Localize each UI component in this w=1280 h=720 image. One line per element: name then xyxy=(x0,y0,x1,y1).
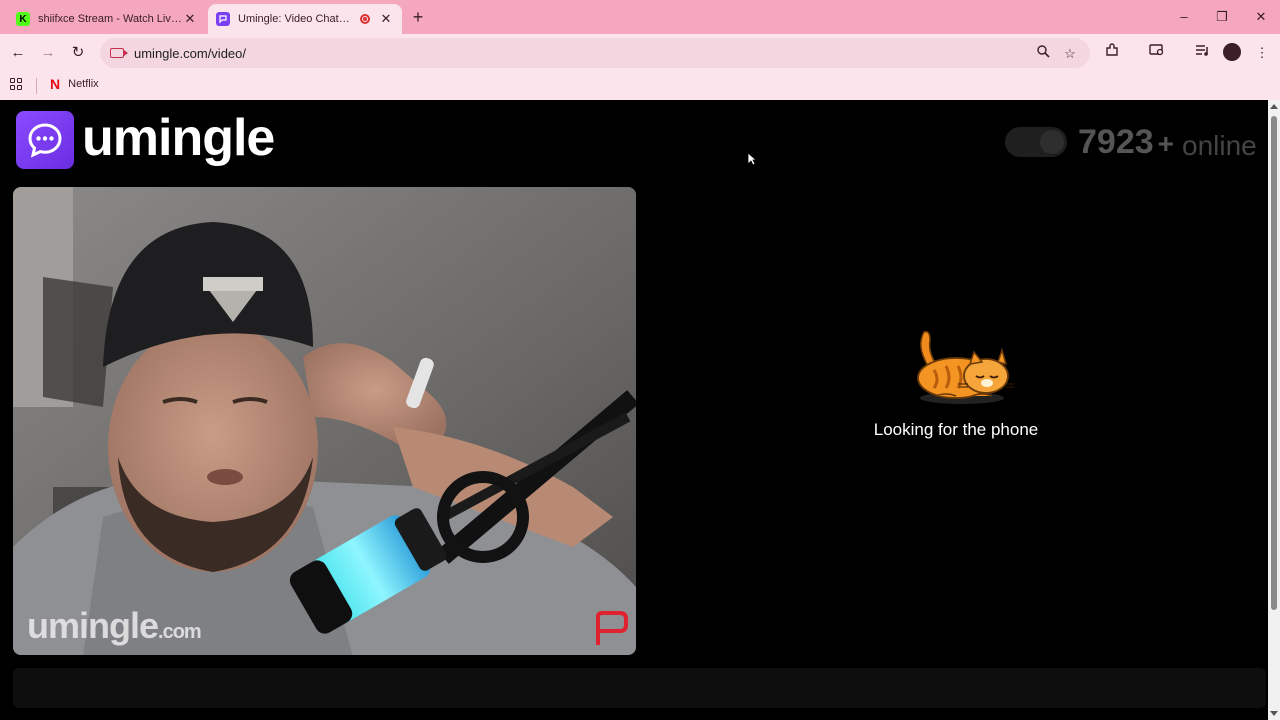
umingle-chat-icon xyxy=(216,12,230,26)
chat-input-bar[interactable] xyxy=(13,668,1266,708)
tab-kick-stream[interactable]: K shiifxce Stream - Watch Live on ✕ xyxy=(8,4,206,34)
online-number: 7923 xyxy=(1078,123,1154,161)
bookmark-separator xyxy=(36,78,37,94)
online-plus: + xyxy=(1157,128,1174,159)
kick-icon: K xyxy=(16,12,30,26)
media-controls-icon[interactable] xyxy=(1192,43,1212,63)
extensions-icon[interactable] xyxy=(1102,43,1122,63)
apps-grid-icon[interactable] xyxy=(10,78,22,90)
brand-name[interactable]: umingle xyxy=(82,108,275,168)
page-content: umingle 7923 + online umingle.com Lookin… xyxy=(0,100,1268,720)
webcam-feed-image xyxy=(13,187,636,655)
minimize-icon[interactable]: – xyxy=(1172,6,1196,28)
tab-umingle[interactable]: Umingle: Video Chat with St ✕ xyxy=(208,4,402,34)
local-video: umingle.com xyxy=(13,187,636,655)
searching-cat-icon xyxy=(906,326,1016,408)
cast-search-icon[interactable] xyxy=(1147,43,1167,63)
close-tab-icon[interactable]: ✕ xyxy=(182,11,198,27)
umingle-logo-icon[interactable] xyxy=(16,111,74,169)
tab-title: Umingle: Video Chat with St xyxy=(238,13,352,25)
online-count: 7923 + xyxy=(1078,123,1174,162)
restore-icon[interactable]: ❐ xyxy=(1210,6,1234,28)
watermark-brand: umingle xyxy=(27,605,159,646)
bookmark-label: Netflix xyxy=(68,78,99,90)
camera-in-use-icon[interactable] xyxy=(110,48,128,58)
browser-toolbar: ← → ↻ umingle.com/video/ ☆ ⋮ xyxy=(0,34,1280,72)
zoom-icon[interactable] xyxy=(1034,45,1052,63)
bookmark-netflix[interactable]: N Netflix xyxy=(50,76,99,92)
searching-status: Looking for the phone xyxy=(873,420,1039,439)
profile-avatar[interactable] xyxy=(1223,43,1241,61)
forward-icon[interactable]: → xyxy=(37,42,59,64)
window-close-icon[interactable]: ✕ xyxy=(1249,6,1273,28)
online-label: online xyxy=(1182,130,1257,161)
reload-icon[interactable]: ↻ xyxy=(67,42,89,64)
watermark-suffix: .com xyxy=(158,621,202,643)
menu-kebab-icon[interactable]: ⋮ xyxy=(1252,43,1272,63)
bookmarks-bar xyxy=(0,72,1280,100)
scroll-down-icon[interactable] xyxy=(1270,711,1278,716)
page-scrollbar[interactable] xyxy=(1268,100,1280,720)
report-flag-icon[interactable] xyxy=(592,611,630,647)
tab-title: shiifxce Stream - Watch Live on xyxy=(38,13,182,25)
mode-toggle[interactable] xyxy=(1005,127,1067,157)
new-tab-button[interactable]: + xyxy=(408,7,428,27)
mouse-cursor-icon xyxy=(747,152,758,171)
tab-strip: K shiifxce Stream - Watch Live on ✕ Umin… xyxy=(0,0,1280,34)
scroll-up-icon[interactable] xyxy=(1270,104,1278,109)
bookmark-star-icon[interactable]: ☆ xyxy=(1061,45,1079,63)
scrollbar-thumb[interactable] xyxy=(1271,116,1277,610)
recording-icon xyxy=(360,14,370,24)
address-bar[interactable]: umingle.com/video/ ☆ xyxy=(100,38,1090,68)
back-icon[interactable]: ← xyxy=(7,42,29,64)
close-tab-icon[interactable]: ✕ xyxy=(378,11,394,27)
netflix-icon: N xyxy=(50,76,61,92)
address-url[interactable]: umingle.com/video/ xyxy=(134,46,246,61)
video-watermark: umingle.com xyxy=(27,605,202,647)
